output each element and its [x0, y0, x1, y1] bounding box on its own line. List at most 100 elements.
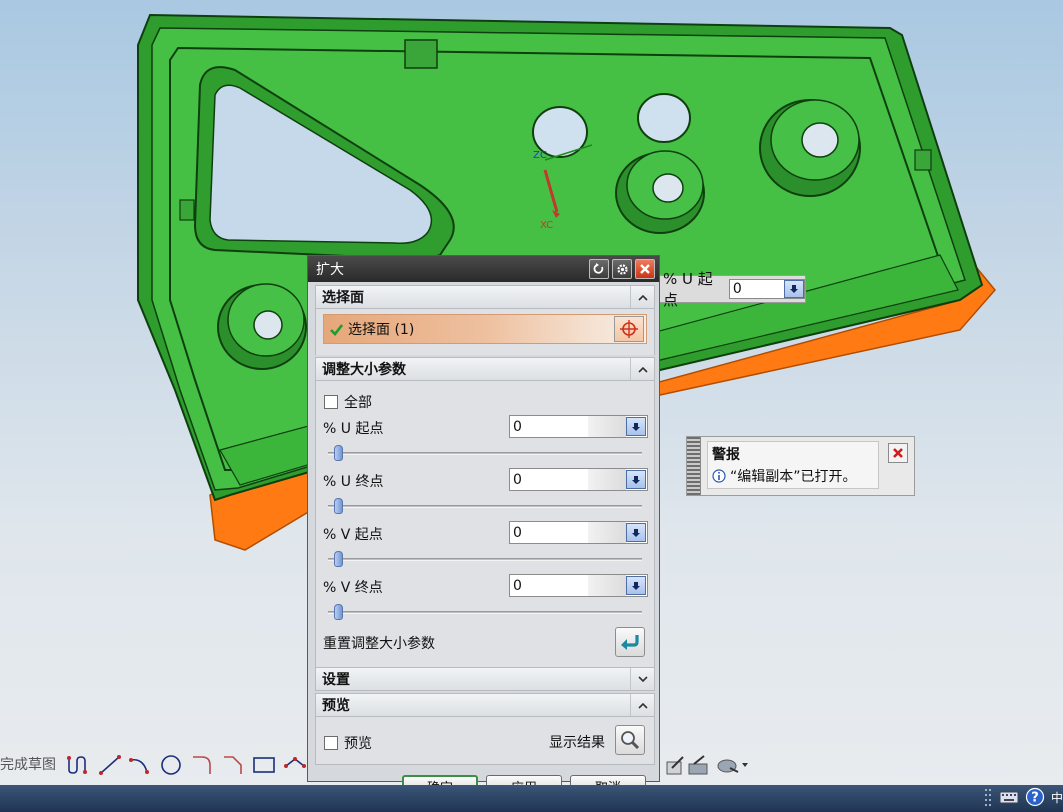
- info-icon: [712, 469, 726, 483]
- all-checkbox-label: 全部: [344, 395, 372, 411]
- undo-icon: [593, 263, 604, 274]
- alert-drag-handle[interactable]: [687, 437, 701, 495]
- section-header-settings[interactable]: 设置: [315, 667, 655, 691]
- dialog-close-button[interactable]: [635, 259, 655, 279]
- enlarge-dialog: 扩大 选择面 选择面 (1) 调整大小参数 全部 % U 起点 0 % U 终点…: [307, 255, 660, 797]
- part-boss-3: [217, 283, 307, 370]
- floating-param-label: % U 起点: [663, 270, 713, 309]
- u-end-slider[interactable]: [328, 498, 642, 514]
- tray-grip-icon: [985, 789, 991, 806]
- section-header-select-face[interactable]: 选择面: [315, 285, 655, 309]
- help-icon[interactable]: ?: [1025, 787, 1045, 807]
- taskbar: ? 中: [0, 785, 1063, 812]
- system-tray: ? 中: [983, 787, 1063, 807]
- u-start-slider[interactable]: [328, 445, 642, 461]
- part-hole-2: [637, 93, 691, 143]
- svg-text:?: ?: [1031, 791, 1039, 806]
- axis-label-z: ZC: [533, 150, 547, 161]
- slider-thumb[interactable]: [334, 498, 343, 514]
- part-notch: [404, 39, 438, 69]
- constraint-icon[interactable]: [684, 750, 714, 780]
- v-start-slider[interactable]: [328, 551, 642, 567]
- finish-sketch-label[interactable]: 完成草图: [0, 754, 56, 774]
- gear-icon: [616, 263, 628, 275]
- v-start-label: % V 起点: [323, 527, 383, 543]
- alert-message-row: “编辑副本”已打开。: [712, 466, 874, 486]
- arc-icon[interactable]: [125, 750, 155, 780]
- dropdown-arrow-icon[interactable]: [626, 417, 646, 436]
- v-end-slider[interactable]: [328, 604, 642, 620]
- close-icon: [893, 448, 903, 458]
- u-start-input[interactable]: 0: [509, 415, 648, 438]
- chamfer-icon[interactable]: [218, 750, 248, 780]
- alert-title: 警报: [712, 447, 740, 463]
- v-end-value: 0: [513, 577, 522, 594]
- reset-params-label: 重置调整大小参数: [323, 636, 435, 652]
- reset-params-button[interactable]: [615, 627, 645, 657]
- v-end-label: % V 终点: [323, 580, 383, 596]
- floating-param-value[interactable]: 0: [728, 279, 805, 299]
- select-face-label: 选择面 (1): [348, 322, 415, 338]
- chevron-up-icon[interactable]: [630, 358, 654, 380]
- section-title-settings: 设置: [322, 672, 350, 688]
- section-body-select-face: 选择面 (1): [315, 309, 655, 355]
- section-header-preview[interactable]: 预览: [315, 693, 655, 717]
- u-start-value: 0: [513, 418, 522, 435]
- floating-param-input[interactable]: % U 起点 0: [656, 270, 806, 309]
- input-method-indicator[interactable]: 中: [1051, 789, 1063, 806]
- settings-button[interactable]: [612, 259, 632, 279]
- profile-icon[interactable]: [64, 750, 94, 780]
- chevron-down-icon[interactable]: [630, 668, 654, 690]
- circle-icon[interactable]: [156, 750, 186, 780]
- u-start-label: % U 起点: [323, 421, 384, 437]
- crosshair-icon: [620, 320, 638, 338]
- select-face-row[interactable]: 选择面 (1): [323, 314, 647, 344]
- section-title-select-face: 选择面: [322, 290, 364, 306]
- dialog-titlebar[interactable]: 扩大: [308, 256, 659, 282]
- dropdown-arrow-icon[interactable]: [626, 470, 646, 489]
- select-face-button[interactable]: [614, 316, 644, 342]
- fillet-icon[interactable]: [187, 750, 217, 780]
- slider-thumb[interactable]: [334, 604, 343, 620]
- close-icon: [640, 264, 650, 274]
- u-end-value: 0: [513, 471, 522, 488]
- all-checkbox-row[interactable]: 全部: [324, 392, 372, 412]
- polygon-icon[interactable]: [280, 750, 310, 780]
- slider-thumb[interactable]: [334, 551, 343, 567]
- v-start-value: 0: [513, 524, 522, 541]
- dropdown-arrow-icon[interactable]: [626, 576, 646, 595]
- chevron-up-icon[interactable]: [630, 286, 654, 308]
- part-boss-1: [615, 150, 705, 234]
- all-checkbox[interactable]: [324, 395, 338, 409]
- slider-thumb[interactable]: [334, 445, 343, 461]
- section-header-resize-params[interactable]: 调整大小参数: [315, 357, 655, 381]
- axis-label-x: XC: [540, 220, 553, 231]
- alert-close-button[interactable]: [888, 443, 908, 463]
- floating-param-value-text: 0: [732, 281, 742, 297]
- part-side-notch: [914, 149, 932, 171]
- part-side-notch: [179, 199, 195, 221]
- alert-popup: 警报 “编辑副本”已打开。: [686, 436, 915, 496]
- u-end-label: % U 终点: [323, 474, 384, 490]
- rectangle-icon[interactable]: [249, 750, 279, 780]
- section-title-preview: 预览: [322, 698, 350, 714]
- dropdown-arrow-icon[interactable]: [784, 280, 804, 298]
- section-title-resize-params: 调整大小参数: [322, 362, 406, 378]
- toolbar-overflow-icon[interactable]: [738, 750, 752, 780]
- keyboard-icon[interactable]: [999, 789, 1019, 805]
- chevron-up-icon[interactable]: [630, 694, 654, 716]
- u-end-input[interactable]: 0: [509, 468, 648, 491]
- return-arrow-icon: [621, 635, 639, 650]
- dropdown-arrow-icon[interactable]: [626, 523, 646, 542]
- v-end-input[interactable]: 0: [509, 574, 648, 597]
- section-body-resize-params: 全部 % U 起点 0 % U 终点 0 % V 起点 0 % V 终点 0 重…: [315, 381, 655, 667]
- v-start-input[interactable]: 0: [509, 521, 648, 544]
- reset-dialog-button[interactable]: [589, 259, 609, 279]
- part-boss-2: [759, 99, 861, 197]
- dialog-title: 扩大: [316, 262, 344, 278]
- alert-message: “编辑副本”已打开。: [730, 469, 857, 485]
- sketch-toolbar: 完成草图: [0, 744, 1063, 784]
- checkmark-icon: [330, 323, 343, 336]
- line-icon[interactable]: [95, 750, 125, 780]
- alert-body: 警报 “编辑副本”已打开。: [707, 441, 879, 489]
